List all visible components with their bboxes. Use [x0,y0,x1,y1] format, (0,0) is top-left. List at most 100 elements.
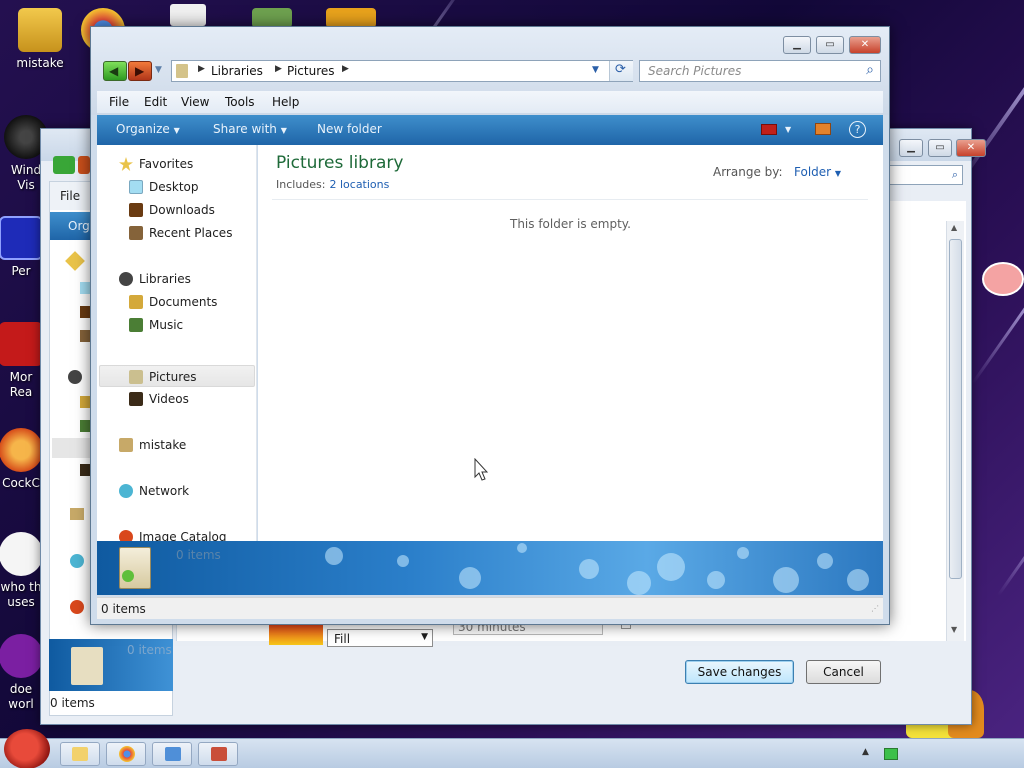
nav-videos[interactable]: Videos [97,388,255,410]
change-view-icon[interactable] [761,124,777,135]
menu-edit[interactable]: Edit [144,95,167,109]
organize-button[interactable]: Organize ▼ [116,122,180,136]
network-tray-icon[interactable] [884,748,898,760]
help-icon[interactable]: ? [849,121,866,138]
search-box[interactable]: ⌕ [639,60,881,82]
background-search-input[interactable]: ⌕ [887,165,963,185]
picture-position-select[interactable]: Fill ▼ [327,629,433,647]
wallpaper-thumbnail[interactable] [269,623,323,645]
background-statusbar: 0 items [42,694,173,726]
minimize-button[interactable]: ▁ [783,36,811,54]
file-list-area[interactable]: Pictures library Includes: 2 locations Ar… [258,145,883,541]
refresh-button[interactable]: ⟳ [609,61,633,81]
patrick-icon[interactable] [982,262,1024,296]
flash-icon [0,532,43,576]
shield-icon[interactable] [252,8,292,28]
address-bar[interactable]: ▶ Libraries ▶ Pictures ▶ ▼ ⟳ [171,60,633,82]
library-locations-link[interactable]: 2 locations [329,178,389,191]
share-with-button[interactable]: Share with ▼ [213,122,287,136]
nav-downloads[interactable]: Downloads [97,199,255,221]
taskbar-app2-button[interactable] [198,742,238,766]
maximize-button[interactable]: ▭ [816,36,844,54]
navigation-pane: Favorites Desktop Downloads Recent Place… [97,145,257,544]
taskbar-chrome-button[interactable] [106,742,146,766]
menu-bar: File Edit View Tools Help [97,91,883,113]
folder-user-icon [18,8,62,52]
nav-desktop[interactable]: Desktop [97,176,255,198]
taskbar-explorer-button[interactable] [60,742,100,766]
nav-user-mistake[interactable]: mistake [97,434,255,456]
library-folder-icon [71,647,103,685]
chevron-down-icon: ▼ [421,632,428,642]
desktop-icon [129,180,143,194]
cancel-button[interactable]: Cancel [806,660,881,684]
show-hidden-icons-icon[interactable]: ▲ [862,747,869,757]
picture-position-value: Fill [334,632,351,646]
nav-music[interactable]: Music [97,314,255,336]
breadcrumb-chevron-icon[interactable]: ▶ [342,64,349,74]
documents-icon [129,295,143,309]
libraries-icon [119,272,133,286]
view-options-chevron-icon[interactable]: ▼ [785,125,791,134]
menu-file[interactable]: File [109,95,129,109]
close-button[interactable]: ✕ [849,36,881,54]
resize-grip-icon[interactable]: ⋰ [871,604,879,613]
yahoo-icon [0,634,43,678]
chevron-down-icon: ▼ [834,169,842,178]
user-folder-icon [119,438,133,452]
background-maximize-button[interactable]: ▭ [928,139,952,157]
scrollbar-thumb[interactable] [949,239,962,579]
game-icon[interactable] [326,8,376,28]
forward-button[interactable]: ▶ [128,61,152,81]
menu-help[interactable]: Help [272,95,299,109]
address-dropdown-icon[interactable]: ▼ [592,65,599,75]
nav-recent-places-label: Recent Places [149,226,233,240]
desktop-icon-partial[interactable] [170,4,206,26]
decor-bubble [397,555,409,567]
nav-recent-places[interactable]: Recent Places [97,222,255,244]
status-bar: 0 items ⋰ [97,597,883,619]
menu-view[interactable]: View [181,95,209,109]
back-button[interactable]: ◀ [103,61,127,81]
background-menu-file[interactable]: File [60,189,80,203]
background-status-count: 0 items [50,696,95,710]
back-arrow-icon[interactable] [53,156,75,174]
save-changes-button[interactable]: Save changes [685,660,794,684]
breadcrumb-chevron-icon[interactable]: ▶ [198,64,205,74]
nav-libraries[interactable]: Libraries [97,268,255,290]
nav-pictures[interactable]: Pictures [99,365,255,387]
search-icon[interactable]: ⌕ [866,62,874,78]
start-button[interactable] [4,729,50,768]
breadcrumb-libraries[interactable]: Libraries [211,64,263,78]
includes-label: Includes: [276,178,326,191]
arrange-by-dropdown[interactable]: Folder ▼ [794,165,841,179]
decor-bubble [737,547,749,559]
scroll-down-arrow-icon[interactable]: ▼ [951,625,957,634]
background-minimize-button[interactable]: ▁ [899,139,923,157]
forward-arrow-icon: ▶ [135,64,145,78]
background-close-button[interactable]: ✕ [956,139,986,157]
desktop-icon-mistake[interactable]: mistake [0,8,80,71]
nav-network[interactable]: Network [97,480,255,502]
network-icon [70,554,84,568]
taskbar-app-button[interactable] [152,742,192,766]
menu-tools[interactable]: Tools [225,95,255,109]
recent-places-icon [129,226,143,240]
recent-pages-icon[interactable]: ▼ [155,65,162,75]
search-input[interactable] [648,64,848,78]
explorer-window[interactable]: ▁ ▭ ✕ ◀ ▶ ▼ ▶ Libraries ▶ Pictures ▶ ▼ ⟳… [90,26,890,625]
new-folder-button[interactable]: New folder [317,122,382,136]
chevron-down-icon: ▼ [280,126,287,135]
scroll-up-arrow-icon[interactable]: ▲ [951,223,957,232]
taskbar: ▲ [0,729,1024,768]
preview-pane-icon[interactable] [815,123,831,135]
forward-arrow-icon[interactable] [78,156,90,174]
empty-folder-message: This folder is empty. [510,217,631,231]
background-scrollbar[interactable]: ▲ ▼ [946,221,964,641]
nav-documents[interactable]: Documents [97,291,255,313]
search-icon: ⌕ [951,168,958,181]
nav-favorites[interactable]: Favorites [97,153,255,175]
arrange-by-value: Folder [794,165,832,179]
breadcrumb-pictures[interactable]: Pictures [287,64,335,78]
breadcrumb-chevron-icon[interactable]: ▶ [275,64,282,74]
